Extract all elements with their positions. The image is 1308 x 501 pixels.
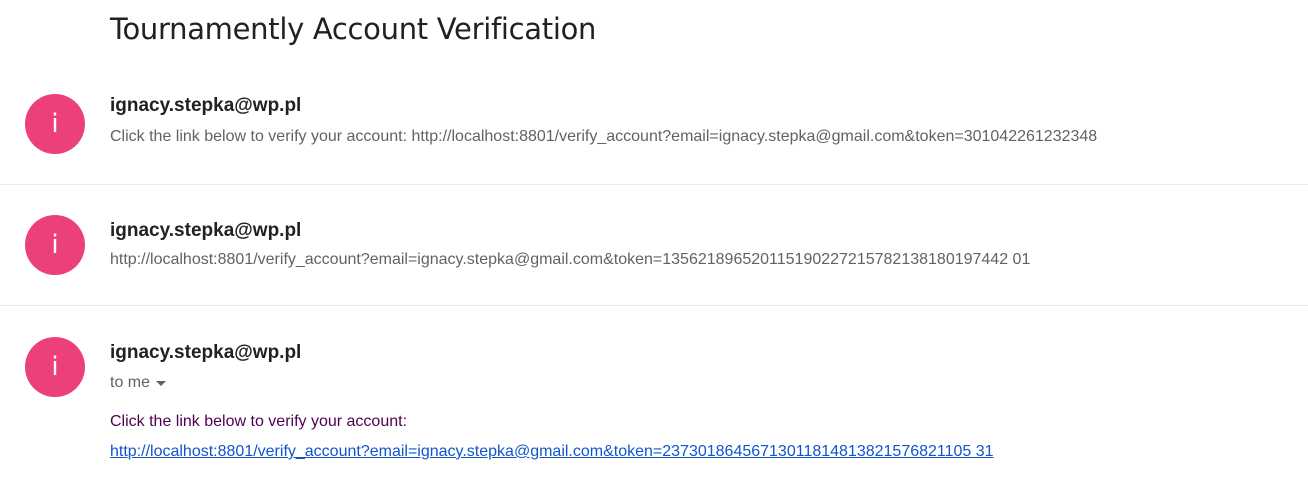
sender-name[interactable]: ignacy.stepka@wp.pl bbox=[110, 95, 301, 117]
sender-avatar[interactable]: i bbox=[25, 94, 85, 154]
thread-subject: Tournamently Account Verification bbox=[110, 12, 597, 46]
chevron-down-icon[interactable] bbox=[156, 381, 167, 386]
message-snippet: http://localhost:8801/verify_account?ema… bbox=[110, 251, 1031, 268]
message-snippet: Click the link below to verify your acco… bbox=[110, 128, 1098, 145]
collapsed-message[interactable]: i ignacy.stepka@wp.pl http://localhost:8… bbox=[0, 185, 1308, 306]
sender-name[interactable]: ignacy.stepka@wp.pl bbox=[110, 220, 301, 242]
expanded-message: i ignacy.stepka@wp.pl to me Click the li… bbox=[0, 306, 1308, 501]
recipient-details-toggle[interactable]: to me bbox=[110, 374, 167, 392]
verify-account-link[interactable]: http://localhost:8801/verify_account?ema… bbox=[110, 443, 994, 461]
sender-name[interactable]: ignacy.stepka@wp.pl bbox=[110, 342, 301, 364]
collapsed-message[interactable]: i ignacy.stepka@wp.pl Click the link bel… bbox=[0, 65, 1308, 185]
recipient-label: to me bbox=[110, 374, 151, 391]
sender-avatar[interactable]: i bbox=[25, 215, 85, 275]
message-body-text: Click the link below to verify your acco… bbox=[110, 413, 408, 430]
sender-avatar[interactable]: i bbox=[25, 337, 85, 397]
email-thread: Tournamently Account Verification i igna… bbox=[0, 0, 1308, 501]
